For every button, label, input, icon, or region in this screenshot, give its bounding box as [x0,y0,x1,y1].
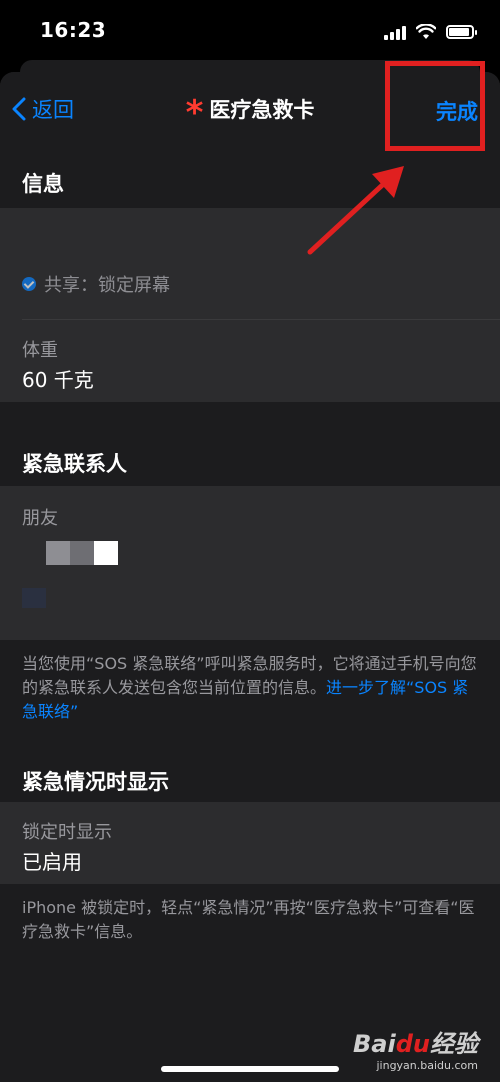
info-group: 共享：锁定屏幕 体重 60 千克 [0,208,500,402]
sos-note: 当您使用“SOS 紧急联络”呼叫紧急服务时，它将通过手机号向您的紧急联系人发送包… [22,652,478,724]
contact-relation-label: 朋友 [22,508,58,529]
weight-label: 体重 [22,340,58,361]
status-bar: 16:23 [0,0,500,60]
lock-note: iPhone 被锁定时，轻点“紧急情况”再按“医疗急救卡”可查看“医疗急救卡”信… [22,898,475,941]
emergency-access-header: 紧急情况时显示 [0,720,500,802]
wifi-icon [416,24,436,39]
cellular-signal-icon [384,24,406,40]
home-indicator[interactable] [161,1066,339,1072]
emergency-contact-group[interactable]: 朋友 [0,486,500,640]
redacted-name-block [46,541,70,565]
share-text: 共享：锁定屏幕 [44,275,170,296]
medical-star-icon: * [185,93,204,133]
checkmark-icon [22,277,36,291]
redacted-name-block [70,541,94,565]
baidu-watermark: Baidu经验 jingyan.baidu.com [353,1024,478,1072]
page-title-text: 医疗急救卡 [209,98,315,122]
redacted-phone-block [22,588,46,608]
baidu-logo: Baidu经验 [353,1030,478,1058]
done-highlight-box [385,61,485,151]
battery-icon [446,25,477,39]
show-when-locked-label: 锁定时显示 [22,822,112,843]
status-time: 16:23 [40,18,107,42]
status-icons [384,22,477,42]
show-when-locked-value: 已启用 [22,850,82,874]
redacted-name-block [94,541,118,565]
show-when-locked-group[interactable]: 锁定时显示 已启用 [0,802,500,884]
emergency-contacts-header-text: 紧急联系人 [22,452,127,476]
info-section-header: 信息 [0,146,500,208]
emergency-contacts-header: 紧急联系人 [0,402,500,486]
emergency-access-header-text: 紧急情况时显示 [22,770,169,794]
screen: 16:23 返回 * 医疗急救卡 完成 信息 共享：锁定屏幕 体重 60 千克 … [0,0,500,1082]
weight-value[interactable]: 60 千克 [22,364,94,393]
red-arrow-icon [307,166,404,255]
info-header-text: 信息 [22,172,64,196]
separator [22,319,500,320]
redacted-name-block [22,541,46,565]
watermark-url: jingyan.baidu.com [376,1059,478,1072]
medical-id-sheet: 返回 * 医疗急救卡 完成 信息 共享：锁定屏幕 体重 60 千克 紧急联系人 [0,72,500,1082]
share-lock-screen: 共享：锁定屏幕 [22,271,170,297]
